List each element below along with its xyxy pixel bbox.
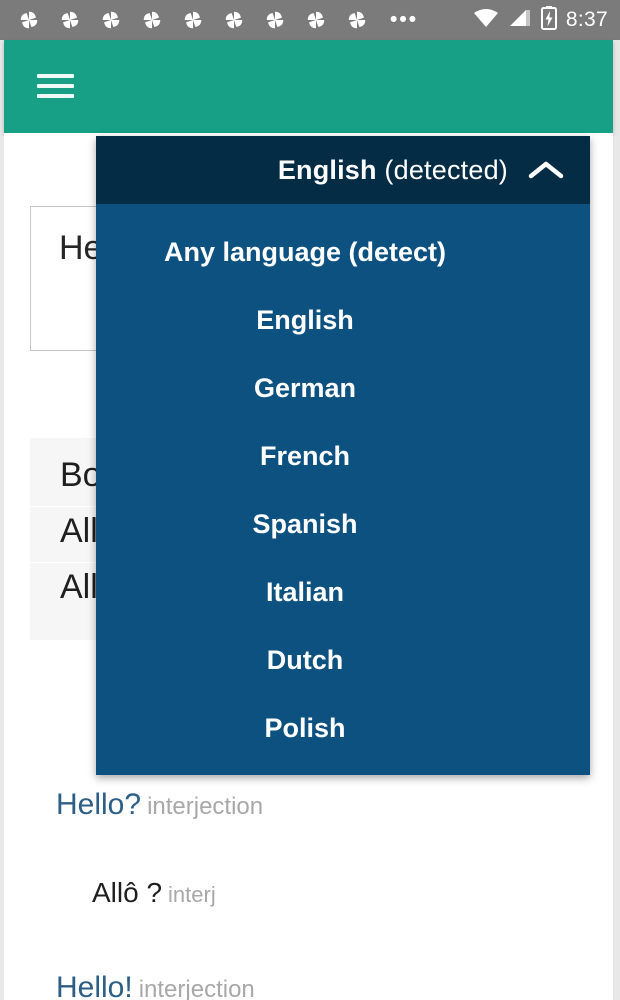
language-option-spanish[interactable]: Spanish <box>96 490 590 558</box>
language-selector-header[interactable]: English (detected) <box>96 136 590 204</box>
language-option-label: English <box>256 304 354 335</box>
pinwheel-icon <box>59 9 81 31</box>
dictionary-word: Hello! <box>56 971 133 1000</box>
dictionary-part-of-speech: interjection <box>138 976 255 1000</box>
language-option-label: Polish <box>264 712 346 743</box>
pinwheel-icon <box>305 9 327 31</box>
language-option-dutch[interactable]: Dutch <box>96 626 590 694</box>
status-bar-clock: 8:37 <box>565 8 608 31</box>
dictionary-translation-word: Allô ? <box>92 877 163 908</box>
language-selector-dropdown: English (detected) Any language (detect)… <box>96 136 590 775</box>
status-bar: ••• 8:37 <box>0 0 620 40</box>
hamburger-bar <box>37 74 74 78</box>
language-option-german[interactable]: German <box>96 354 590 422</box>
pinwheel-icon <box>264 9 286 31</box>
notification-icon-group <box>18 9 368 31</box>
pinwheel-icon <box>182 9 204 31</box>
language-option-label: German <box>253 372 357 403</box>
pinwheel-icon <box>223 9 245 31</box>
pinwheel-icon <box>18 9 40 31</box>
pinwheel-icon <box>141 9 163 31</box>
hamburger-bar <box>37 84 74 88</box>
selected-language-label: English (detected) <box>278 155 508 186</box>
language-option-french[interactable]: French <box>96 422 590 490</box>
dictionary-part-of-speech: interjection <box>147 793 264 820</box>
dictionary-entry-header[interactable]: Hello? interjection <box>4 788 613 822</box>
language-option-label: Italian <box>265 576 345 607</box>
cell-signal-icon <box>508 8 532 33</box>
language-option-english[interactable]: English <box>96 286 590 354</box>
hamburger-menu-icon[interactable] <box>37 71 74 101</box>
dictionary-section: Hello? interjection Allô ? interj Hello! in… <box>4 788 613 1000</box>
wifi-icon <box>473 8 499 33</box>
selected-language-name: English <box>277 154 377 185</box>
pinwheel-icon <box>346 9 368 31</box>
dictionary-translation-pos: interj <box>168 882 216 907</box>
language-option-label: Spanish <box>252 508 358 539</box>
language-option-polish[interactable]: Polish <box>96 694 590 762</box>
pinwheel-icon <box>100 9 122 31</box>
language-option-italian[interactable]: Italian <box>96 558 590 626</box>
phone-screen: ••• 8:37 Hello Bonjour Allô Allô <box>0 0 620 1000</box>
language-option-label: Dutch <box>266 644 344 675</box>
language-option-any[interactable]: Any language (detect) <box>96 218 590 286</box>
dictionary-translation-row[interactable]: Allô ? interj <box>4 877 613 909</box>
chevron-up-icon[interactable] <box>520 144 572 196</box>
status-right-group: 8:37 <box>473 5 608 35</box>
ellipsis-icon: ••• <box>390 8 419 31</box>
language-option-label: French <box>259 440 351 471</box>
language-option-label: Any language (detect) <box>163 236 447 267</box>
selected-language-detected-note: (detected) <box>384 154 508 185</box>
app-bar <box>4 40 613 133</box>
dictionary-entry-header[interactable]: Hello! interjection <box>4 971 613 1000</box>
language-option-list: Any language (detect) English German Fre… <box>96 204 590 762</box>
dictionary-word: Hello? <box>56 788 142 821</box>
battery-charging-icon <box>540 5 557 35</box>
hamburger-bar <box>37 94 74 98</box>
